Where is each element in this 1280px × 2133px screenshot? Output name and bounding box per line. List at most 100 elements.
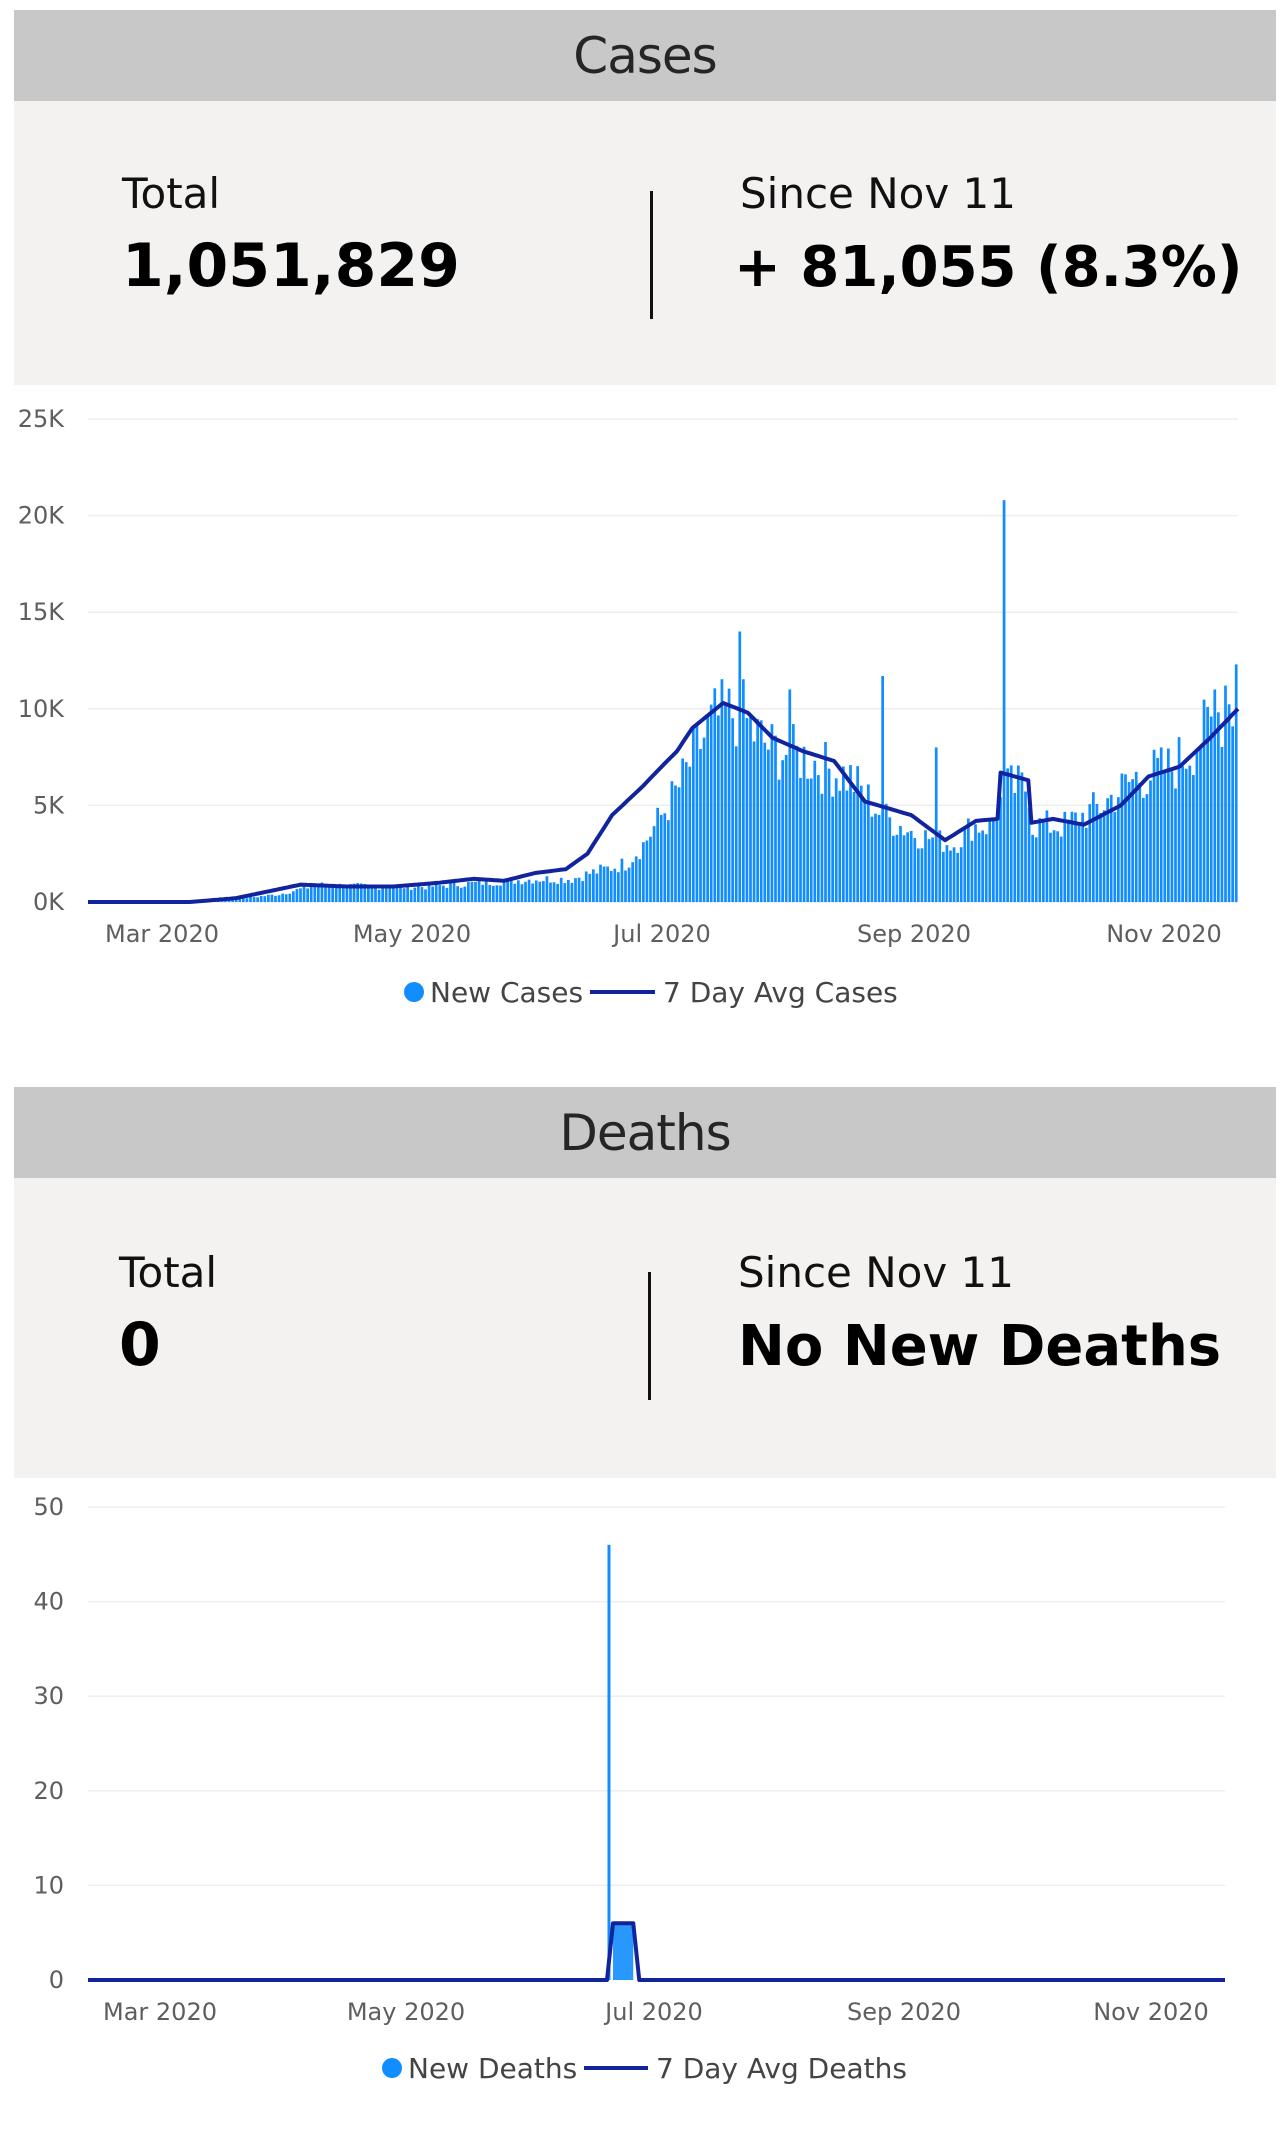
cases-bar xyxy=(1056,831,1059,902)
cases-bar xyxy=(877,814,881,902)
deaths-x-tick-label: Nov 2020 xyxy=(1093,1998,1209,2026)
cases-bar xyxy=(299,888,302,902)
cases-legend-bar-marker xyxy=(404,982,424,1002)
cases-bar xyxy=(463,886,467,902)
cases-bar xyxy=(409,889,413,902)
cases-bar xyxy=(1067,819,1070,902)
cases-bar xyxy=(874,813,877,902)
cases-bar xyxy=(563,883,567,902)
cases-bar xyxy=(784,754,788,902)
cases-bar xyxy=(727,688,731,902)
cases-bar xyxy=(1181,766,1184,902)
cases-bar xyxy=(895,834,899,902)
cases-bar xyxy=(759,720,763,902)
deaths-legend-bar-marker xyxy=(382,2058,402,2078)
cases-bar xyxy=(1017,765,1020,902)
cases-bar xyxy=(256,897,259,902)
cases-bar xyxy=(1038,818,1042,902)
cases-bar xyxy=(1049,832,1052,902)
cases-x-tick-label: Nov 2020 xyxy=(1106,920,1222,948)
cases-bar xyxy=(924,830,927,902)
cases-bar xyxy=(327,885,331,902)
cases-bar xyxy=(1206,706,1209,902)
cases-bar xyxy=(767,749,770,902)
cases-bar xyxy=(649,836,652,902)
cases-bar xyxy=(1117,797,1120,902)
cases-bar xyxy=(1045,810,1049,902)
cases-bar xyxy=(1084,827,1088,902)
cases-bar xyxy=(1063,811,1067,902)
cases-bar xyxy=(845,790,849,902)
cases-bar xyxy=(963,826,967,902)
cases-legend-bar-label: New Cases xyxy=(430,976,583,1009)
cases-bar xyxy=(331,886,334,902)
cases-bar xyxy=(1020,772,1024,902)
cases-bar xyxy=(842,766,845,902)
cases-bar xyxy=(1077,825,1081,902)
cases-bar xyxy=(1024,791,1027,902)
cases-bar xyxy=(245,898,249,902)
cases-bar xyxy=(288,893,292,902)
cases-bar xyxy=(481,884,484,902)
cases-bar xyxy=(267,894,270,902)
cases-bar xyxy=(492,885,495,902)
cases-bar xyxy=(559,877,563,902)
cases-bar xyxy=(1088,804,1092,902)
cases-bar xyxy=(938,830,942,902)
cases-chart: 0K 5K 10K 15K 20K 25K Mar 2020 May 2020 Jul 2020… xyxy=(18,405,1240,1009)
cases-stats-panel: Total 1,051,829 Since Nov 11 + 81,055 (8… xyxy=(14,101,1276,385)
cases-bar xyxy=(270,894,274,902)
cases-bar xyxy=(449,882,452,902)
deaths-since-value: No New Deaths xyxy=(738,1314,1222,1379)
deaths-x-tick-label: Jul 2020 xyxy=(603,1998,703,2026)
cases-bar xyxy=(1192,775,1195,902)
deaths-divider xyxy=(648,1272,651,1400)
cases-bar xyxy=(252,897,256,902)
cases-y-tick-label: 15K xyxy=(18,598,66,626)
cases-bar xyxy=(259,896,263,902)
cases-header: Cases xyxy=(14,10,1276,101)
cases-bar xyxy=(427,883,431,902)
cases-bar xyxy=(624,870,627,902)
cases-bar xyxy=(977,832,981,902)
cases-bar xyxy=(556,883,559,902)
cases-bar xyxy=(909,830,913,902)
deaths-header: Deaths xyxy=(14,1087,1276,1178)
cases-bar xyxy=(542,881,545,902)
cases-bar xyxy=(1234,664,1238,902)
cases-bar xyxy=(824,742,827,902)
cases-bar xyxy=(549,882,552,902)
cases-bar xyxy=(645,840,649,902)
cases-bar xyxy=(517,880,520,902)
deaths-y-tick-label: 20 xyxy=(33,1777,64,1805)
cases-bar xyxy=(831,796,834,902)
cases-bar xyxy=(292,891,295,902)
cases-bar xyxy=(1120,773,1124,902)
cases-bar xyxy=(1149,780,1152,902)
cases-bar xyxy=(913,838,917,902)
cases-bar xyxy=(852,791,856,902)
cases-bar xyxy=(642,842,645,902)
cases-bar xyxy=(863,799,867,902)
cases-bar xyxy=(917,848,920,902)
cases-bar xyxy=(777,779,781,902)
cases-bar xyxy=(474,881,477,902)
cases-bar xyxy=(827,768,831,902)
deaths-bar-spike xyxy=(607,1544,611,1980)
cases-bar xyxy=(945,845,949,902)
cases-bar xyxy=(1006,768,1009,902)
deaths-x-tick-label: May 2020 xyxy=(347,1998,465,2026)
cases-bars xyxy=(88,500,1238,903)
cases-bar xyxy=(442,885,445,902)
cases-bar xyxy=(934,747,938,902)
deaths-y-tick-label: 30 xyxy=(33,1682,64,1710)
cases-bar xyxy=(638,859,642,902)
cases-bar xyxy=(859,785,863,902)
cases-bar xyxy=(249,896,252,902)
cases-bar xyxy=(392,887,395,902)
cases-bar xyxy=(667,820,670,902)
cases-bar xyxy=(1188,765,1192,902)
cases-bar xyxy=(1099,813,1102,902)
cases-bar xyxy=(1220,747,1224,902)
cases-bar xyxy=(417,886,420,902)
